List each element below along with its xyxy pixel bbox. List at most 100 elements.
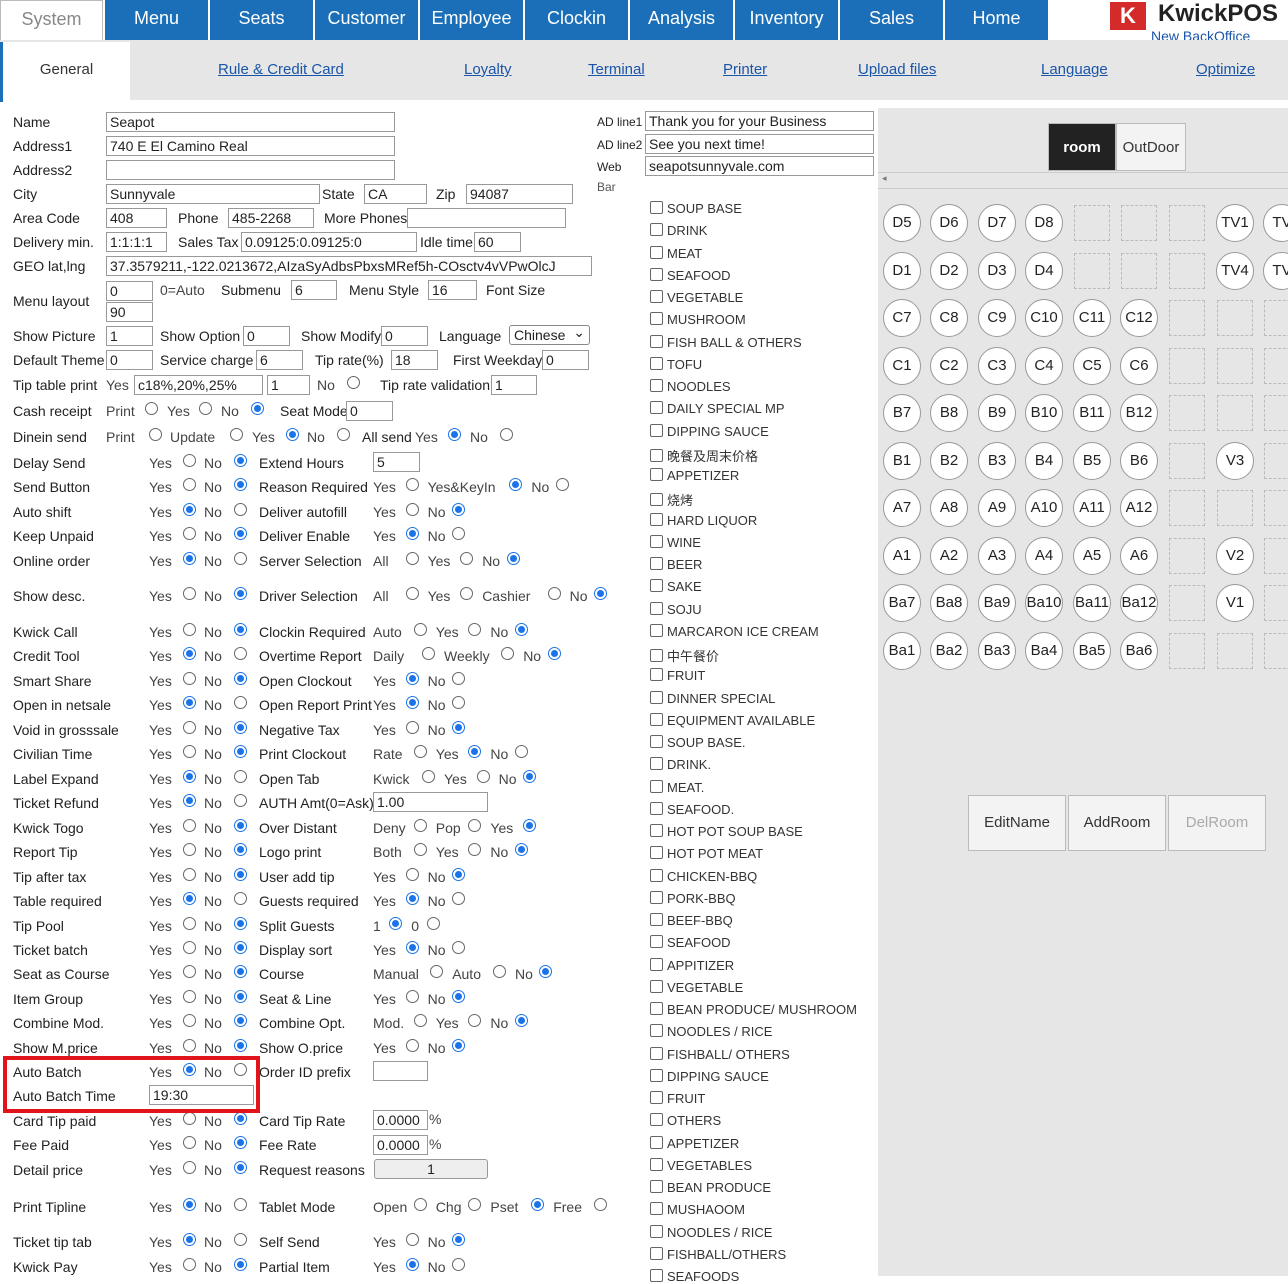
category-checkbox[interactable] [650,979,663,993]
table-ba4[interactable]: Ba4 [1025,631,1063,670]
reason-required-radio-2[interactable] [555,478,569,491]
ticket-refund-no-radio[interactable] [234,794,247,807]
table-ba5[interactable]: Ba5 [1073,631,1111,670]
category-item[interactable]: DRINK [650,223,707,238]
seat-as-course-no-radio[interactable] [234,965,247,978]
item-group-no-radio[interactable] [234,990,247,1003]
guests-required-radio-1[interactable] [452,892,465,905]
category-checkbox[interactable] [650,1246,663,1260]
tip-table-input[interactable]: c18%,20%,25% [134,375,263,395]
empty-table-slot[interactable] [1217,490,1253,526]
driver-selection-radio-1[interactable] [460,587,474,600]
del-room-button[interactable]: DelRoom [1168,795,1266,851]
category-checkbox[interactable] [650,668,663,682]
category-item[interactable]: VEGETABLE [650,979,743,995]
category-checkbox[interactable] [650,334,663,348]
geo-input[interactable]: 37.3579211,-122.0213672,AIzaSyAdbsPbxsMR… [106,256,592,276]
tip-after-tax-yes-radio[interactable] [183,868,196,881]
open-clockout-radio-1[interactable] [452,672,465,685]
category-item[interactable]: SEAFOOD [650,935,731,950]
link-language[interactable]: Language [1041,61,1108,78]
category-item[interactable]: FISHBALL/ OTHERS [650,1046,790,1062]
tip-rate-input[interactable]: 18 [391,350,438,370]
auth-amt-input[interactable]: 1.00 [373,792,488,812]
table-c9[interactable]: C9 [978,299,1016,337]
table-required-yes-radio[interactable] [183,892,196,905]
combine-opt--radio-2[interactable] [514,1014,528,1027]
category-item[interactable]: VEGETABLE [650,290,743,305]
kwick-togo-no-radio[interactable] [234,819,247,832]
empty-table-slot[interactable] [1169,205,1205,241]
cash-yes-radio[interactable] [199,402,212,415]
table-d5[interactable]: D5 [883,204,921,242]
table-c4[interactable]: C4 [1025,346,1063,385]
category-item[interactable]: HARD LIQUOR [650,512,757,528]
category-checkbox[interactable] [650,1002,663,1015]
table-a9[interactable]: A9 [978,489,1016,527]
category-item[interactable]: BEAN PRODUCE/ MUSHROOM [650,1002,857,1017]
category-item[interactable]: HOT POT SOUP BASE [650,824,803,839]
table-ba10[interactable]: Ba10 [1025,584,1063,622]
empty-table-slot[interactable] [1217,300,1253,336]
category-checkbox[interactable] [650,757,663,771]
self-send-radio-1[interactable] [452,1233,465,1246]
ticket-tip-tab-yes-radio[interactable] [183,1233,196,1246]
print-clockout-radio-2[interactable] [514,745,528,758]
category-item[interactable]: PORK-BBQ [650,890,736,906]
category-checkbox[interactable] [650,690,663,704]
category-checkbox[interactable] [650,1202,663,1216]
negative-tax-radio-0[interactable] [405,721,419,734]
driver-selection-radio-3[interactable] [594,587,607,600]
table-ba2[interactable]: Ba2 [930,631,968,670]
table-a1[interactable]: A1 [883,536,921,575]
smart-share-no-radio[interactable] [234,672,247,685]
category-item[interactable]: SOJU [650,601,702,617]
table-tv[interactable]: TV [1263,251,1288,290]
table-b8[interactable]: B8 [930,394,968,432]
detail-price-yes-radio[interactable] [183,1161,196,1174]
zip-input[interactable]: 94087 [466,184,573,204]
category-checkbox[interactable] [650,735,663,748]
category-item[interactable]: SOUP BASE [650,201,742,216]
menu-style-input[interactable]: 16 [428,280,477,300]
category-checkbox[interactable] [650,1068,663,1082]
category-checkbox[interactable] [650,356,663,370]
split-guests-radio-1[interactable] [427,917,441,930]
category-checkbox[interactable] [650,290,663,303]
table-c5[interactable]: C5 [1073,346,1111,385]
category-checkbox[interactable] [650,649,663,662]
server-selection-radio-0[interactable] [405,552,419,565]
show-desc--no-radio[interactable] [234,587,247,600]
user-add-tip-radio-0[interactable] [405,868,419,881]
nav-menu[interactable]: Menu [105,0,208,40]
table-c11[interactable]: C11 [1073,299,1111,337]
table-b3[interactable]: B3 [978,441,1016,480]
menu-layout-input-2[interactable]: 90 [106,302,153,322]
first-weekday-input[interactable]: 0 [542,350,589,370]
table-ba11[interactable]: Ba11 [1073,584,1111,622]
combine-mod--no-radio[interactable] [234,1014,247,1027]
table-d6[interactable]: D6 [930,204,968,242]
category-checkbox[interactable] [650,379,663,392]
category-item[interactable]: DINNER SPECIAL [650,690,775,706]
category-checkbox[interactable] [650,223,663,237]
server-selection-radio-1[interactable] [460,552,474,565]
link-printer[interactable]: Printer [723,61,767,78]
print-tipline-yes-radio[interactable] [183,1198,196,1211]
room-tab-outdoor[interactable]: OutDoor [1116,123,1186,171]
category-item[interactable]: FRUIT [650,668,705,683]
nav-seats[interactable]: Seats [210,0,313,40]
category-checkbox[interactable] [650,512,663,526]
category-item[interactable]: NOODLES [650,379,731,394]
show-o-price-radio-0[interactable] [405,1039,419,1052]
clockin-required-radio-0[interactable] [413,623,427,636]
table-b12[interactable]: B12 [1120,394,1158,432]
table-b4[interactable]: B4 [1025,441,1063,480]
room-scrollbar[interactable]: ◂ [878,172,1288,189]
print-tipline-no-radio[interactable] [234,1198,247,1211]
table-b9[interactable]: B9 [978,394,1016,432]
open-report-print-radio-0[interactable] [405,696,419,709]
request-reasons-input[interactable]: 1 [374,1159,488,1179]
over-distant-radio-0[interactable] [413,819,427,832]
civilian-time-no-radio[interactable] [234,745,247,758]
